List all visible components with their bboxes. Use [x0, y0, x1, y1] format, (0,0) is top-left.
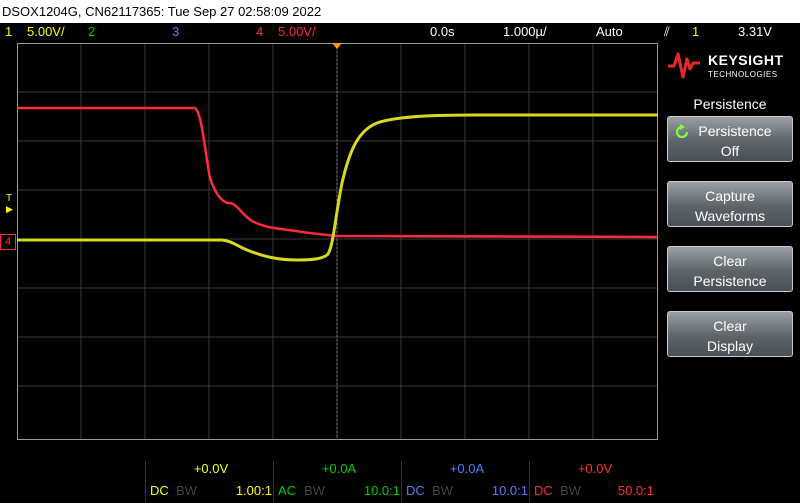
ch2-coupling: AC: [278, 483, 297, 498]
waveform-display[interactable]: [17, 43, 658, 440]
scope-status-bar: 1 5.00V/ 2 3 4 5.00V/ 0.0s 1.000µ/ Auto …: [0, 23, 800, 41]
ch2-bw-limit: BW: [304, 483, 325, 498]
timebase[interactable]: 1.000µ/: [503, 23, 547, 41]
ch1-probe-ratio: 1.00:1: [235, 483, 272, 498]
ch1-coupling: DC: [150, 483, 169, 498]
clear-persistence-button[interactable]: Clear Persistence: [667, 246, 793, 292]
trigger-source[interactable]: 1: [692, 23, 699, 41]
trigger-level[interactable]: 3.31V: [738, 23, 772, 41]
ch4-bw-limit: BW: [560, 483, 581, 498]
trigger-edge-icon: ⫽: [664, 24, 670, 39]
window-title-bar: DSOX1204G, CN62117365: Tue Sep 27 02:58:…: [0, 0, 800, 23]
trigger-position-marker: [332, 43, 342, 49]
ch2-probe-ratio: 10.0:1: [363, 483, 400, 498]
ch2-offset: +0.0A: [321, 461, 357, 476]
ch2-number[interactable]: 2: [88, 23, 95, 41]
logo-name: KEYSIGHT: [708, 52, 784, 68]
keysight-logo: KEYSIGHT TECHNOLOGIES: [666, 50, 794, 80]
ch3-number[interactable]: 3: [172, 23, 179, 41]
ch3-bw-limit: BW: [432, 483, 453, 498]
ch3-offset: +0.0A: [449, 461, 485, 476]
keysight-wave-icon: [668, 52, 700, 79]
persistence-toggle-button[interactable]: Persistence Off: [667, 116, 793, 162]
ch1-scale[interactable]: 5.00V/: [27, 23, 65, 41]
logo-subtitle: TECHNOLOGIES: [708, 70, 778, 79]
ch4-probe-ratio: 50.0:1: [617, 483, 654, 498]
channel-info-bar: +0.0V DC BW 1.00:1 +0.0A AC BW 10.0:1 +0…: [0, 441, 660, 503]
ch3-info[interactable]: +0.0A DC BW 10.0:1: [401, 461, 532, 503]
ch1-info[interactable]: +0.0V DC BW 1.00:1: [145, 461, 276, 503]
ch4-info[interactable]: +0.0V DC BW 50.0:1: [529, 461, 658, 503]
window-title: DSOX1204G, CN62117365: Tue Sep 27 02:58:…: [2, 4, 322, 19]
trigger-mode[interactable]: Auto: [596, 23, 623, 41]
ch3-probe-ratio: 10.0:1: [491, 483, 528, 498]
capture-waveforms-button[interactable]: Capture Waveforms: [667, 181, 793, 227]
ch4-offset: +0.0V: [577, 461, 613, 476]
ch4-ground-marker[interactable]: 4: [0, 234, 16, 250]
ch2-info[interactable]: +0.0A AC BW 10.0:1: [273, 461, 404, 503]
ch4-number[interactable]: 4: [256, 23, 263, 41]
trigger-level-marker: T ▶: [6, 193, 13, 214]
menu-title: Persistence: [693, 96, 767, 112]
rotate-icon: [675, 124, 689, 139]
horizontal-delay[interactable]: 0.0s: [430, 23, 455, 41]
ch1-bw-limit: BW: [176, 483, 197, 498]
ch3-coupling: DC: [406, 483, 425, 498]
waveform-graticule: [17, 43, 658, 440]
ch4-scale[interactable]: 5.00V/: [278, 23, 316, 41]
clear-display-button[interactable]: Clear Display: [667, 311, 793, 357]
ch4-coupling: DC: [534, 483, 553, 498]
ch1-offset: +0.0V: [193, 461, 229, 476]
ch1-number[interactable]: 1: [5, 23, 12, 41]
softkey-panel: KEYSIGHT TECHNOLOGIES Persistence Persis…: [660, 44, 800, 503]
